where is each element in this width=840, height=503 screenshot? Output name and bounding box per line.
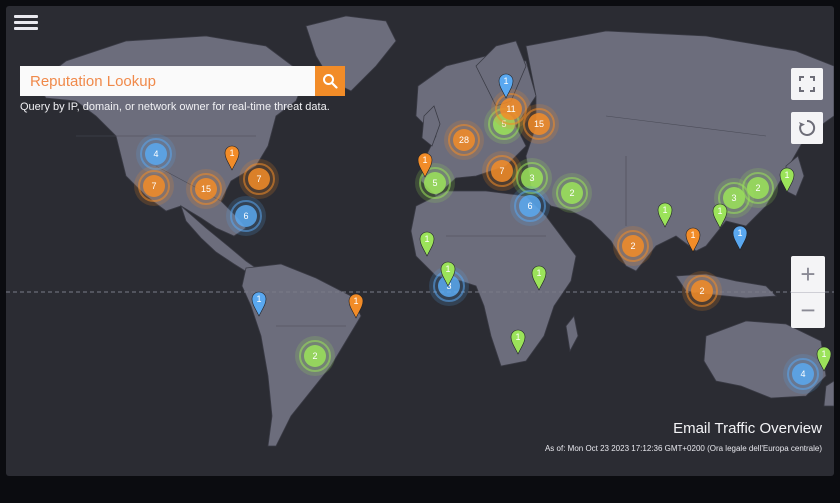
overview-title: Email Traffic Overview — [673, 420, 822, 437]
zoom-in-button[interactable]: + — [791, 256, 825, 293]
pin-count: 1 — [422, 155, 427, 165]
reputation-search: Query by IP, domain, or network owner fo… — [20, 66, 345, 113]
pin-count: 1 — [515, 332, 520, 342]
search-input[interactable] — [20, 66, 315, 96]
cluster-marker[interactable]: 4 — [783, 354, 823, 394]
fullscreen-icon — [799, 76, 815, 92]
pin-count: 1 — [536, 268, 541, 278]
refresh-button[interactable] — [791, 112, 823, 144]
cluster-count: 15 — [534, 119, 544, 129]
cluster-marker[interactable]: 28 — [444, 120, 484, 160]
search-button[interactable] — [315, 66, 345, 96]
pin-count: 1 — [717, 206, 722, 216]
pin-count: 1 — [353, 296, 358, 306]
cluster-marker[interactable]: 7 — [239, 159, 279, 199]
cluster-count: 11 — [506, 104, 515, 114]
zoom-controls: + − — [791, 256, 825, 328]
timestamp: As of: Mon Oct 23 2023 17:12:36 GMT+0200… — [545, 444, 822, 453]
pin-count: 1 — [256, 294, 261, 304]
cluster-count: 4 — [153, 149, 158, 159]
cluster-marker[interactable]: 2 — [552, 173, 592, 213]
cluster-marker[interactable]: 2 — [295, 336, 335, 376]
cluster-marker[interactable]: 6 — [226, 196, 266, 236]
cluster-marker[interactable]: 6 — [510, 186, 550, 226]
cluster-marker[interactable]: 15 — [519, 104, 559, 144]
cluster-marker[interactable]: 7 — [134, 166, 174, 206]
cluster-marker[interactable]: 2 — [613, 226, 653, 266]
cluster-count: 3 — [529, 173, 534, 183]
cluster-count: 6 — [243, 211, 248, 221]
pin-count: 1 — [424, 234, 429, 244]
cluster-count: 4 — [800, 369, 805, 379]
cluster-marker[interactable]: 15 — [186, 169, 226, 209]
search-icon — [323, 74, 338, 89]
cluster-count: 15 — [201, 184, 211, 194]
cluster-marker[interactable]: 2 — [738, 168, 778, 208]
pin-count: 1 — [229, 148, 234, 158]
pin-marker[interactable]: 1 — [732, 225, 748, 251]
zoom-out-button[interactable]: − — [791, 292, 825, 328]
map-screen: 4 7 15 7 6 5 28 11 15 5 7 3 2 6 3 2 2 3 2 2 4 1 1 1 1 1 1 1 1 1 1 1 1 1 1 1… — [6, 6, 834, 476]
search-row — [20, 66, 345, 96]
pin-count: 1 — [784, 170, 789, 180]
pin-count: 1 — [737, 228, 742, 238]
cluster-count: 7 — [151, 181, 156, 191]
cluster-count: 5 — [432, 178, 437, 188]
pin-count: 1 — [445, 264, 450, 274]
search-hint: Query by IP, domain, or network owner fo… — [20, 101, 330, 113]
cluster-count: 2 — [630, 241, 635, 251]
menu-icon — [14, 15, 38, 18]
cluster-count: 28 — [459, 135, 469, 145]
refresh-icon — [799, 119, 816, 136]
cluster-count: 2 — [312, 351, 317, 361]
timestamp-prefix: As of: — [544, 444, 566, 453]
menu-button[interactable] — [14, 12, 38, 32]
cluster-count: 2 — [699, 286, 704, 296]
pin-count: 1 — [662, 205, 667, 215]
fullscreen-button[interactable] — [791, 68, 823, 100]
cluster-marker[interactable]: 2 — [682, 271, 722, 311]
cluster-count: 7 — [256, 174, 261, 184]
cluster-count: 7 — [499, 166, 504, 176]
pin-count: 1 — [821, 349, 826, 359]
cluster-count: 2 — [755, 183, 760, 193]
cluster-count: 2 — [569, 188, 574, 198]
pin-count: 1 — [503, 76, 508, 86]
cluster-count: 6 — [527, 201, 532, 211]
pin-count: 1 — [690, 230, 695, 240]
timestamp-value: Mon Oct 23 2023 17:12:36 GMT+0200 (Ora l… — [567, 444, 822, 453]
cluster-count: 3 — [731, 193, 736, 203]
